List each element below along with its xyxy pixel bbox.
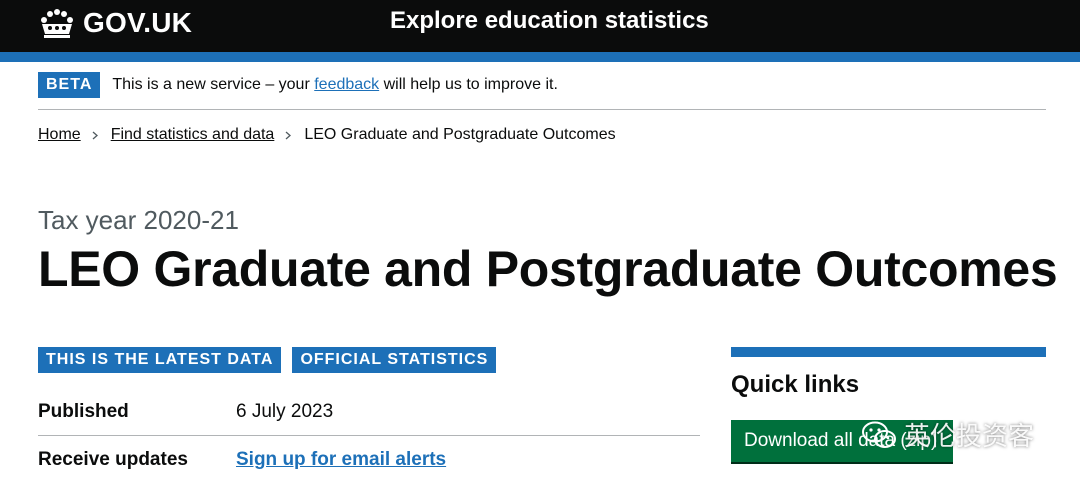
service-name-link[interactable]: Explore education statistics — [390, 6, 709, 36]
receive-updates-value: Sign up for email alerts — [236, 449, 446, 471]
receive-updates-row: Receive updates Sign up for email alerts — [38, 436, 700, 479]
phase-text-after: will help us to improve it. — [379, 76, 558, 93]
breadcrumb: Home Find statistics and data LEO Gradua… — [38, 125, 616, 145]
logo-text: GOV.UK — [83, 7, 193, 38]
receive-updates-label: Receive updates — [38, 449, 188, 470]
beta-tag: BETA — [38, 72, 101, 98]
published-date: 6 July 2023 — [236, 400, 334, 422]
published-label: Published — [38, 400, 129, 422]
phase-banner: BETA This is a new service – your feedba… — [38, 72, 1046, 110]
breadcrumb-current: LEO Graduate and Postgraduate Outcomes — [304, 126, 616, 143]
official-statistics-tag: OFFICIAL STATISTICS — [292, 347, 497, 373]
feedback-link[interactable]: feedback — [314, 76, 379, 93]
page-title: LEO Graduate and Postgraduate Outcomes — [38, 241, 1058, 297]
phase-banner-text: This is a new service – your feedback wi… — [112, 72, 558, 98]
site-header: GOV.UK Explore education statistics — [0, 0, 1080, 52]
chevron-right-icon — [284, 131, 293, 140]
wechat-icon — [862, 421, 896, 448]
watermark: 英伦投资客 — [860, 416, 1034, 453]
phase-text-before: This is a new service – your — [112, 76, 315, 93]
quick-links-heading: Quick links — [731, 371, 860, 398]
header-accent-bar — [0, 52, 1080, 62]
breadcrumb-home[interactable]: Home — [38, 125, 81, 145]
published-row: Published 6 July 2023 — [38, 388, 700, 436]
latest-data-tag: THIS IS THE LATEST DATA — [38, 347, 282, 373]
release-metadata: Published 6 July 2023 Receive updates Si… — [38, 388, 700, 479]
status-tags: THIS IS THE LATEST DATA OFFICIAL STATIST… — [38, 347, 497, 373]
crown-icon — [41, 9, 73, 38]
watermark-text: 英伦投资客 — [904, 421, 1035, 451]
breadcrumb-find-statistics[interactable]: Find statistics and data — [111, 125, 275, 145]
chevron-right-icon — [91, 131, 100, 140]
page-caption: Tax year 2020-21 — [38, 205, 239, 235]
quick-links-panel: Quick links Download all data (zip) — [731, 347, 1046, 462]
email-alerts-link[interactable]: Sign up for email alerts — [236, 449, 446, 470]
govuk-logo-link[interactable]: GOV.UK — [38, 6, 192, 40]
